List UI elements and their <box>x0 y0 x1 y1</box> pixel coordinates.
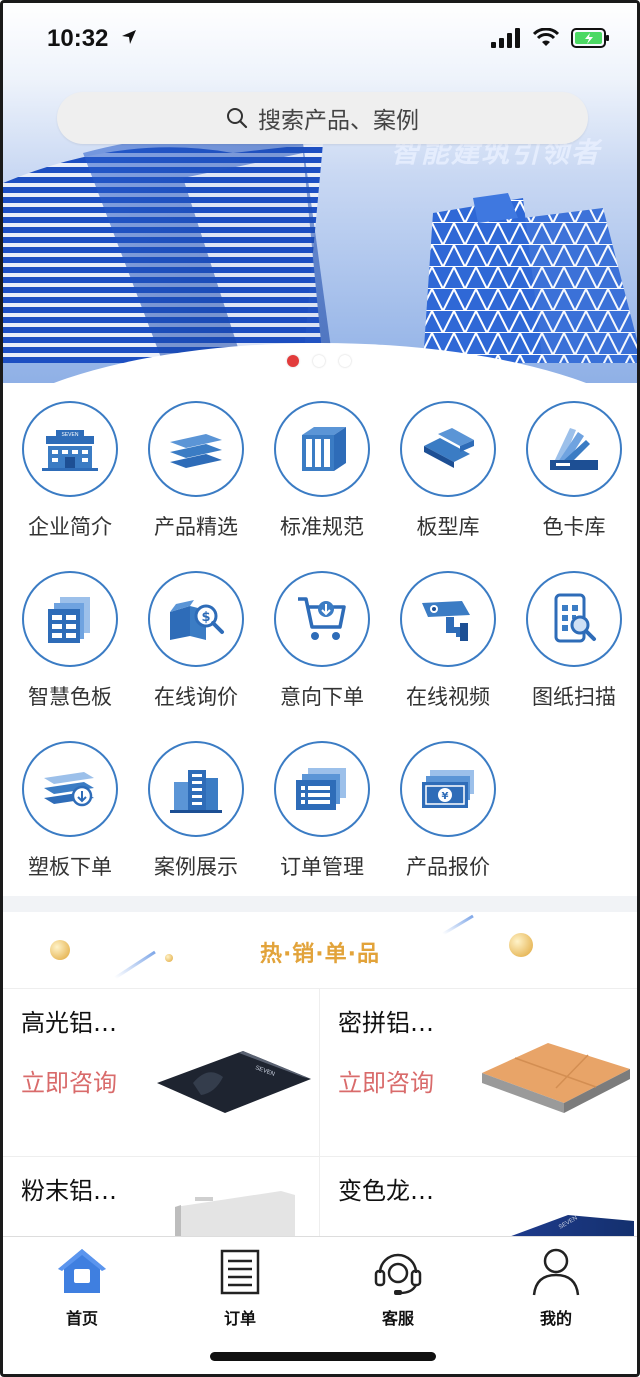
svg-text:¥: ¥ <box>442 791 449 802</box>
product-card[interactable]: 变色龙… SEVEN <box>320 1156 637 1238</box>
search-icon <box>227 108 248 129</box>
carousel-dot-1[interactable] <box>287 355 299 367</box>
feature-label: 板型库 <box>416 515 480 539</box>
tab-orders[interactable]: 订单 <box>161 1245 319 1329</box>
tab-label: 我的 <box>539 1309 572 1328</box>
section-divider <box>3 896 637 912</box>
camera-icon <box>422 601 470 641</box>
feature-panel-library[interactable]: 板型库 <box>385 401 511 571</box>
feature-label: 企业简介 <box>28 515 112 539</box>
feature-online-inquiry[interactable]: $ 在线询价 <box>133 571 259 741</box>
product-name: 变色龙… <box>338 1177 434 1205</box>
feature-company-intro[interactable]: SEVEN 企业简介 <box>7 401 133 571</box>
product-image-chameleon-panel: SEVEN <box>506 1215 634 1238</box>
product-image-tight-panel <box>482 1043 630 1113</box>
money-quote-icon: ¥ <box>422 770 474 808</box>
app-screen: 智能建筑引领者 10:32 搜索产品、案例 SEVEN 企业简介 产品精选 标准… <box>0 0 640 1377</box>
consult-button[interactable]: 立即咨询 <box>338 1063 434 1098</box>
carousel-dot-3[interactable] <box>339 355 351 367</box>
hot-products-header: 热·销·单·品 <box>3 912 637 988</box>
standard-binder-icon <box>302 427 346 471</box>
tab-label: 订单 <box>223 1309 256 1328</box>
svg-text:SEVEN: SEVEN <box>62 432 79 438</box>
feature-label: 图纸扫描 <box>532 685 616 709</box>
feature-label: 订单管理 <box>280 855 364 879</box>
order-icon <box>220 1249 260 1295</box>
feature-label: 在线视频 <box>406 685 490 709</box>
cellular-signal-icon <box>491 28 520 48</box>
shopping-cart-icon <box>298 597 346 640</box>
feature-label: 在线询价 <box>154 685 238 709</box>
location-arrow-icon <box>122 30 136 44</box>
hot-products-grid: 高光铝… 立即咨询 SEVEN 密拼铝… 立即咨询 粉末铝… 变色龙… SEVE… <box>3 988 637 1238</box>
feature-drawing-scan[interactable]: 图纸扫描 <box>511 571 637 741</box>
product-image-glossy-panel: SEVEN <box>157 1051 311 1113</box>
price-inquiry-icon: $ <box>170 600 224 640</box>
feature-case-display[interactable]: 案例展示 <box>133 741 259 911</box>
carousel-indicator <box>287 355 351 367</box>
feature-label: 产品精选 <box>154 515 238 539</box>
product-card[interactable]: 高光铝… 立即咨询 SEVEN <box>3 988 320 1156</box>
feature-label: 标准规范 <box>280 515 364 539</box>
feature-label: 色卡库 <box>542 515 606 539</box>
carousel-dot-2[interactable] <box>313 355 325 367</box>
product-name: 高光铝… <box>21 1009 117 1037</box>
feature-smart-palette[interactable]: 智慧色板 <box>7 571 133 741</box>
color-card-icon <box>550 428 598 470</box>
status-time: 10:32 <box>47 25 109 52</box>
feature-intent-order[interactable]: 意向下单 <box>259 571 385 741</box>
product-image-powder-panel <box>175 1191 295 1238</box>
consult-button[interactable]: 立即咨询 <box>21 1063 117 1098</box>
tab-home[interactable]: 首页 <box>3 1245 161 1329</box>
user-icon <box>532 1248 580 1296</box>
feature-label: 产品报价 <box>406 855 490 879</box>
case-buildings-icon <box>170 770 222 813</box>
status-bar: 10:32 <box>3 3 637 75</box>
tab-customer-service[interactable]: 客服 <box>319 1245 477 1329</box>
feature-plastic-order[interactable]: 塑板下单 <box>7 741 133 911</box>
feature-product-quote[interactable]: ¥ 产品报价 <box>385 741 511 911</box>
feature-order-management[interactable]: 订单管理 <box>259 741 385 911</box>
feature-label: 塑板下单 <box>28 855 112 879</box>
panel-profile-icon <box>424 428 474 468</box>
feature-label: 意向下单 <box>280 685 364 709</box>
product-stack-icon <box>170 434 222 468</box>
feature-label: 案例展示 <box>154 855 238 879</box>
product-card[interactable]: 粉末铝… <box>3 1156 320 1238</box>
feature-product-select[interactable]: 产品精选 <box>133 401 259 571</box>
feature-standard-spec[interactable]: 标准规范 <box>259 401 385 571</box>
search-bar[interactable]: 搜索产品、案例 <box>57 92 588 144</box>
product-card[interactable]: 密拼铝… 立即咨询 <box>320 988 637 1156</box>
phone-scan-icon <box>554 593 596 643</box>
headset-icon <box>374 1253 422 1295</box>
feature-color-card[interactable]: 色卡库 <box>511 401 637 571</box>
plastic-panel-order-icon <box>44 772 94 807</box>
smart-palette-icon <box>48 597 90 643</box>
tab-label: 客服 <box>381 1309 414 1328</box>
hot-products-title: 热·销·单·品 <box>259 942 381 967</box>
tab-label: 首页 <box>65 1309 98 1328</box>
home-indicator[interactable] <box>210 1352 436 1361</box>
search-placeholder: 搜索产品、案例 <box>258 108 419 134</box>
order-list-icon <box>296 768 346 810</box>
product-name: 粉末铝… <box>21 1177 117 1205</box>
company-building-icon: SEVEN <box>42 430 98 471</box>
feature-online-video[interactable]: 在线视频 <box>385 571 511 741</box>
product-name: 密拼铝… <box>338 1009 434 1037</box>
battery-charging-icon <box>571 28 609 48</box>
svg-text:$: $ <box>201 610 210 625</box>
tab-profile[interactable]: 我的 <box>477 1245 635 1329</box>
wifi-icon <box>533 28 559 46</box>
home-icon <box>58 1249 106 1293</box>
feature-label: 智慧色板 <box>28 685 112 709</box>
